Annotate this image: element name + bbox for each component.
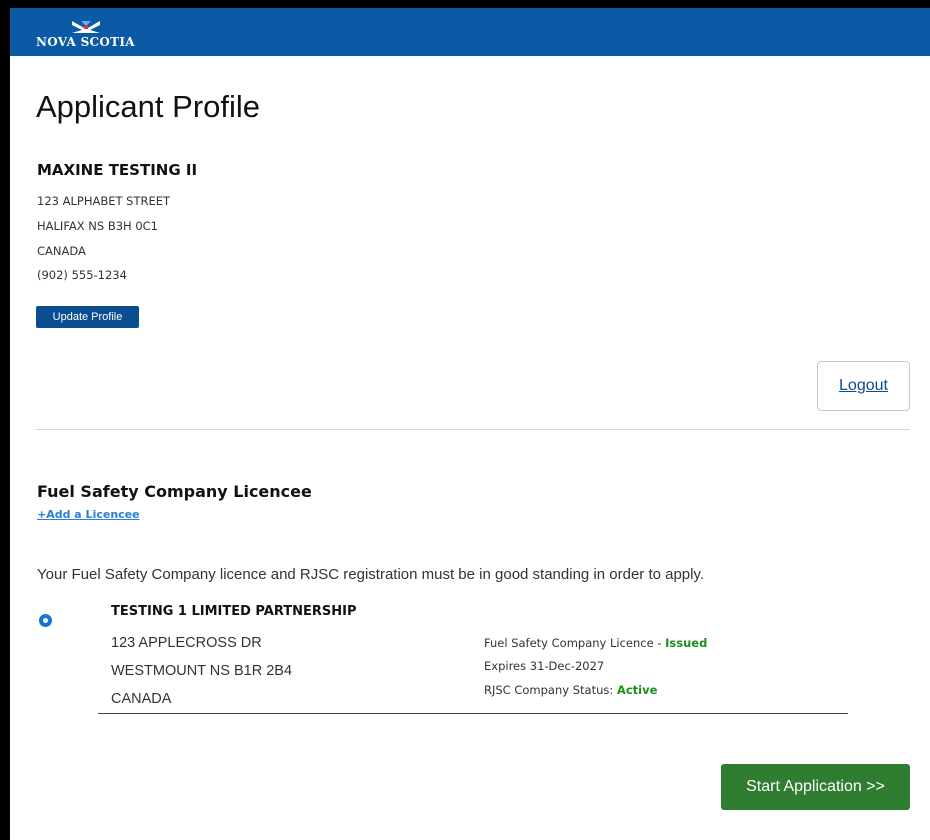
page-title: Applicant Profile (36, 89, 261, 124)
logo-text: NOVA SCOTIA (36, 35, 135, 49)
company-row-divider (98, 713, 848, 714)
start-application-button[interactable]: Start Application >> (721, 764, 910, 810)
licence-status-value: Issued (665, 636, 708, 650)
company-address-line2: WESTMOUNT NS B1R 2B4 (111, 663, 293, 679)
applicant-country: CANADA (37, 244, 86, 258)
company-radio-selected[interactable] (39, 614, 52, 627)
applicant-name: MAXINE TESTING II (37, 161, 198, 179)
rjsc-label: RJSC Company Status: (484, 683, 617, 697)
licence-status-line: Fuel Safety Company Licence - Issued (484, 636, 707, 650)
good-standing-notice: Your Fuel Safety Company licence and RJS… (37, 566, 705, 583)
page: NOVA SCOTIA Applicant Profile MAXINE TES… (10, 8, 930, 840)
window-frame: NOVA SCOTIA Applicant Profile MAXINE TES… (0, 0, 930, 840)
licencee-section-title: Fuel Safety Company Licencee (37, 482, 312, 501)
logout-button[interactable]: Logout (817, 361, 910, 411)
applicant-phone: (902) 555-1234 (37, 268, 127, 282)
nova-scotia-flag-icon (72, 21, 100, 33)
add-licencee-link[interactable]: +Add a Licencee (37, 508, 140, 521)
licence-expiry: Expires 31-Dec-2027 (484, 659, 605, 673)
company-country: CANADA (111, 691, 172, 707)
company-address-line1: 123 APPLECROSS DR (111, 635, 262, 651)
section-divider (36, 429, 910, 430)
licence-label: Fuel Safety Company Licence - (484, 636, 666, 650)
rjsc-status-value: Active (616, 683, 658, 697)
update-profile-button[interactable]: Update Profile (36, 306, 139, 328)
applicant-address-line2: HALIFAX NS B3H 0C1 (37, 219, 159, 233)
applicant-address-line1: 123 ALPHABET STREET (37, 194, 171, 208)
nova-scotia-logo[interactable]: NOVA SCOTIA (36, 20, 146, 50)
company-name: TESTING 1 LIMITED PARTNERSHIP (111, 604, 357, 619)
rjsc-status-line: RJSC Company Status: Active (484, 683, 657, 697)
top-banner: NOVA SCOTIA (10, 8, 930, 56)
